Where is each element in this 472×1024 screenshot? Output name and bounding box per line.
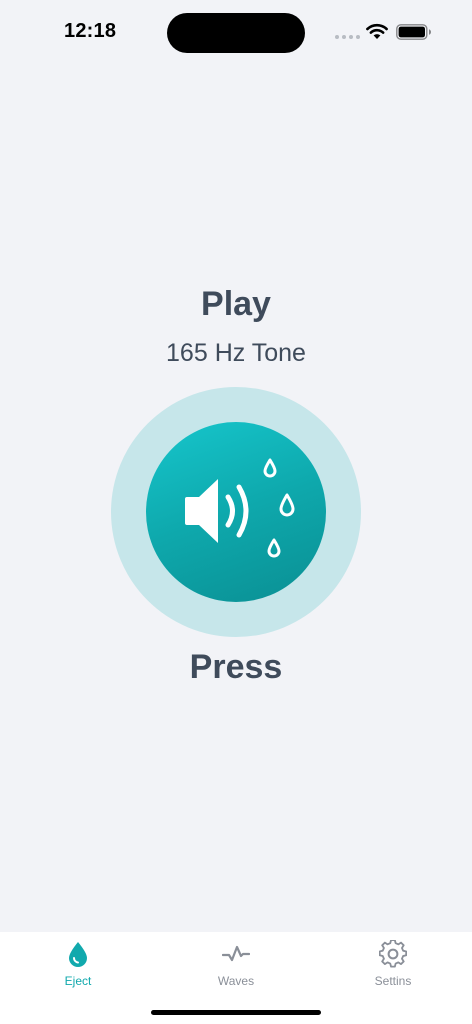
tab-settins[interactable]: Settins (333, 938, 453, 994)
tab-eject-label: Eject (64, 974, 92, 988)
tab-settins-label: Settins (374, 974, 412, 988)
cellular-signal-icon (335, 35, 360, 39)
tone-label: 165 Hz Tone (166, 339, 306, 367)
wifi-icon (366, 23, 388, 39)
status-time: 12:18 (64, 20, 117, 42)
status-bar: 12:18 (0, 0, 472, 62)
home-indicator[interactable] (151, 1010, 321, 1015)
water-drop-icon (69, 942, 87, 967)
tab-waves[interactable]: Waves (176, 938, 296, 994)
gear-icon (379, 940, 407, 968)
tab-waves-label: Waves (217, 974, 255, 988)
dynamic-island (167, 13, 305, 53)
battery-icon (396, 24, 431, 40)
speaker-water-drops-icon (185, 458, 295, 558)
play-title: Play (201, 285, 271, 323)
press-label: Press (189, 648, 283, 686)
waveform-icon (222, 945, 250, 962)
screen: 12:18 Play 165 Hz Tone Press Eject Waves… (0, 0, 472, 1024)
tab-eject[interactable]: Eject (18, 938, 138, 994)
